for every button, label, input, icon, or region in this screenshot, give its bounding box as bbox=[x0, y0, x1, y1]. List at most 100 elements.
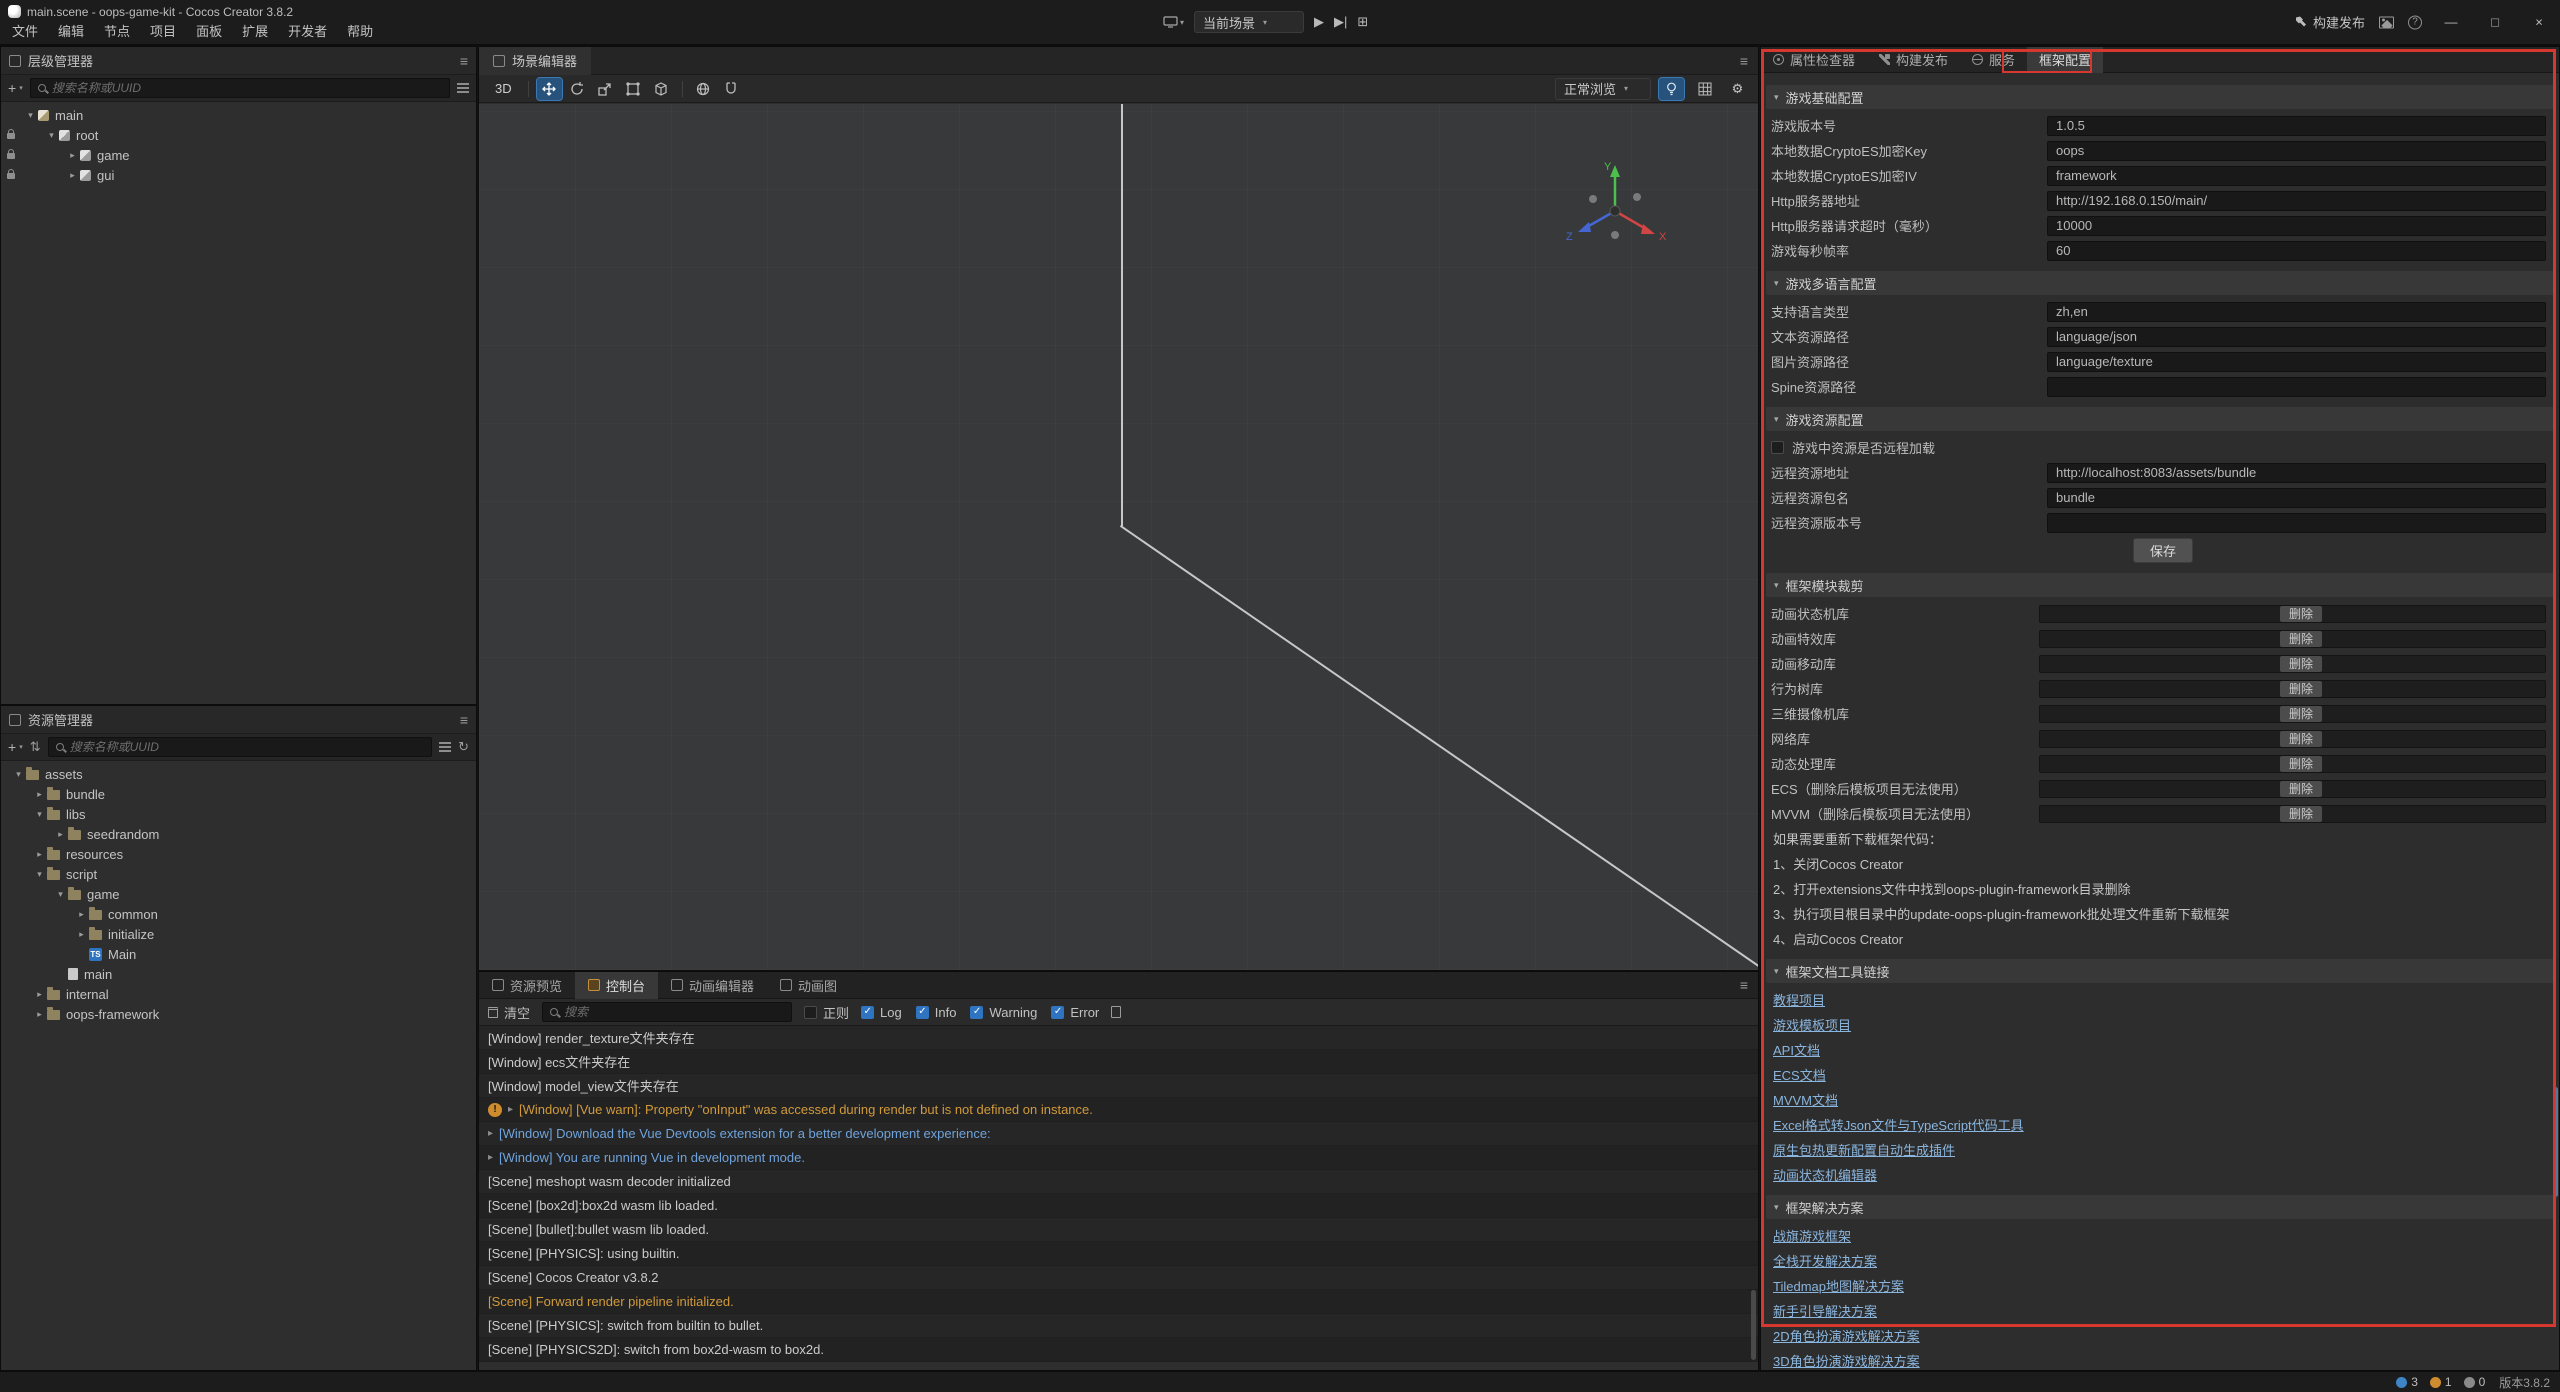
solution-link[interactable]: 3D角色扮演游戏解决方案 bbox=[1773, 1351, 1920, 1370]
expand-arrow[interactable]: ▸ bbox=[65, 150, 80, 161]
expand-arrow[interactable]: ▸ bbox=[488, 1128, 493, 1139]
solution-link[interactable]: 全栈开发解决方案 bbox=[1773, 1251, 1877, 1270]
expand-arrow[interactable]: ▾ bbox=[53, 889, 68, 900]
menu-item[interactable]: 项目 bbox=[140, 21, 186, 43]
save-button[interactable]: 保存 bbox=[2133, 538, 2193, 563]
solution-link[interactable]: 新手引导解决方案 bbox=[1773, 1301, 1877, 1320]
log-row[interactable]: !▸[Window] [Vue warn]: Property "onInput… bbox=[479, 1098, 1758, 1122]
rotate-tool[interactable] bbox=[565, 78, 590, 100]
tree-node[interactable]: ▸seedrandom bbox=[1, 824, 476, 844]
field-input[interactable] bbox=[2047, 241, 2546, 261]
console-tab-0[interactable]: 资源预览 bbox=[479, 972, 575, 999]
doc-link[interactable]: ECS文档 bbox=[1773, 1065, 1826, 1084]
console-search-input[interactable] bbox=[564, 1005, 784, 1019]
field-input[interactable] bbox=[2047, 488, 2546, 508]
delete-button[interactable]: 删除 bbox=[2280, 731, 2322, 747]
status-count-blue[interactable]: 3 bbox=[2396, 1375, 2418, 1389]
status-count-gray[interactable]: 0 bbox=[2464, 1375, 2486, 1389]
log-row[interactable]: [Scene] Cocos Creator v3.8.2 bbox=[479, 1266, 1758, 1290]
delete-button[interactable]: 删除 bbox=[2280, 631, 2322, 647]
doc-link[interactable]: 动画状态机编辑器 bbox=[1773, 1165, 1877, 1184]
doc-link[interactable]: 教程项目 bbox=[1773, 990, 1825, 1009]
field-input[interactable] bbox=[2047, 216, 2546, 236]
tree-node[interactable]: main bbox=[1, 964, 476, 984]
menu-item[interactable]: 面板 bbox=[186, 21, 232, 43]
checkbox[interactable] bbox=[1051, 1006, 1064, 1019]
refresh-assets-icon[interactable]: ↻ bbox=[458, 739, 469, 755]
log-row[interactable]: [Window] ecs文件夹存在 bbox=[479, 1050, 1758, 1074]
section-resource-config[interactable]: ▾ 游戏资源配置 bbox=[1766, 407, 2554, 431]
hierarchy-search-input[interactable] bbox=[52, 81, 442, 95]
log-row[interactable]: ▸[Window] Download the Vue Devtools exte… bbox=[479, 1122, 1758, 1146]
field-input[interactable] bbox=[2047, 116, 2546, 136]
scene-settings-gear-icon[interactable]: ⚙ bbox=[1725, 78, 1750, 100]
log-row[interactable]: [Scene] [PHYSICS]: switch from builtin t… bbox=[479, 1314, 1758, 1338]
scene-select[interactable]: 当前场景 ▾ bbox=[1194, 11, 1304, 33]
log-row[interactable]: [Window] model_view文件夹存在 bbox=[479, 1074, 1758, 1098]
doc-link[interactable]: API文档 bbox=[1773, 1040, 1820, 1059]
checkbox[interactable] bbox=[916, 1006, 929, 1019]
doc-link[interactable]: Excel格式转Json文件与TypeScript代码工具 bbox=[1773, 1115, 2024, 1134]
screenshot-icon[interactable] bbox=[2379, 16, 2394, 28]
assets-search-input[interactable] bbox=[70, 740, 424, 754]
solution-link[interactable]: 战旗游戏框架 bbox=[1773, 1226, 1851, 1245]
world-local-toggle[interactable] bbox=[691, 78, 716, 100]
regex-checkbox[interactable] bbox=[804, 1006, 817, 1019]
menu-item[interactable]: 编辑 bbox=[48, 21, 94, 43]
expand-arrow[interactable]: ▸ bbox=[32, 789, 47, 800]
tree-node[interactable]: ▸game bbox=[1, 145, 476, 165]
checkbox[interactable] bbox=[861, 1006, 874, 1019]
log-row[interactable]: [Scene] meshopt wasm decoder initialized bbox=[479, 1170, 1758, 1194]
view-mode-select[interactable]: 正常浏览 ▾ bbox=[1555, 78, 1651, 100]
hierarchy-panel-menu-icon[interactable]: ≡ bbox=[460, 53, 468, 69]
maximize-button[interactable]: □ bbox=[2480, 15, 2510, 30]
console-tab-2[interactable]: 动画编辑器 bbox=[658, 972, 767, 999]
delete-button[interactable]: 删除 bbox=[2280, 756, 2322, 772]
hierarchy-search-box[interactable] bbox=[30, 78, 450, 98]
delete-button[interactable]: 删除 bbox=[2280, 706, 2322, 722]
tree-node[interactable]: ▾main bbox=[1, 105, 476, 125]
tree-node[interactable]: TSMain bbox=[1, 944, 476, 964]
preview-device-icon[interactable]: ▾ bbox=[1163, 16, 1184, 28]
help-icon[interactable]: ? bbox=[2408, 15, 2422, 29]
field-input[interactable] bbox=[2047, 513, 2546, 533]
hierarchy-filter-icon[interactable] bbox=[457, 83, 469, 93]
lighting-toggle[interactable] bbox=[1659, 78, 1684, 100]
inspector-tab-2[interactable]: 服务 bbox=[1960, 47, 2027, 73]
tree-node[interactable]: ▸oops-framework bbox=[1, 1004, 476, 1024]
solution-link[interactable]: Tiledmap地图解决方案 bbox=[1773, 1276, 1904, 1295]
console-search-box[interactable] bbox=[542, 1002, 792, 1022]
log-row[interactable]: [Scene] [box2d]:box2d wasm lib loaded. bbox=[479, 1194, 1758, 1218]
delete-button[interactable]: 删除 bbox=[2280, 656, 2322, 672]
scene-editor-tab[interactable]: 场景编辑器 bbox=[479, 47, 591, 75]
log-row[interactable]: ▸[Window] You are running Vue in develop… bbox=[479, 1146, 1758, 1170]
tree-node[interactable]: ▾game bbox=[1, 884, 476, 904]
tree-node[interactable]: ▾libs bbox=[1, 804, 476, 824]
expand-arrow[interactable]: ▾ bbox=[23, 110, 38, 121]
field-input[interactable] bbox=[2047, 302, 2546, 322]
inspector-scrollbar[interactable] bbox=[2553, 1087, 2558, 1197]
log-row[interactable]: [Scene] [PHYSICS2D]: switch from box2d-w… bbox=[479, 1338, 1758, 1362]
rect-tool[interactable] bbox=[621, 78, 646, 100]
expand-arrow[interactable]: ▸ bbox=[32, 849, 47, 860]
doc-link[interactable]: 原生包热更新配置自动生成插件 bbox=[1773, 1140, 1955, 1159]
menu-item[interactable]: 扩展 bbox=[232, 21, 278, 43]
regex-toggle[interactable]: 正则 bbox=[804, 1003, 849, 1022]
section-language-config[interactable]: ▾ 游戏多语言配置 bbox=[1766, 271, 2554, 295]
console-tab-1[interactable]: 控制台 bbox=[575, 972, 658, 999]
scene-panel-menu-icon[interactable]: ≡ bbox=[1740, 53, 1748, 69]
log-row[interactable]: [Window] render_texture文件夹存在 bbox=[479, 1026, 1758, 1050]
console-scrollbar[interactable] bbox=[1751, 1290, 1756, 1360]
assets-panel-menu-icon[interactable]: ≡ bbox=[460, 712, 468, 728]
grid-toggle[interactable] bbox=[1692, 78, 1717, 100]
console-tab-3[interactable]: 动画图 bbox=[767, 972, 850, 999]
filter-warning[interactable]: Warning bbox=[970, 1005, 1037, 1020]
console-export-icon[interactable] bbox=[1111, 1006, 1121, 1018]
field-input[interactable] bbox=[2047, 166, 2546, 186]
filter-log[interactable]: Log bbox=[861, 1005, 902, 1020]
expand-arrow[interactable]: ▸ bbox=[32, 1009, 47, 1020]
projection-toggle[interactable]: 3D bbox=[487, 81, 520, 96]
menu-item[interactable]: 节点 bbox=[94, 21, 140, 43]
section-solutions[interactable]: ▾ 框架解决方案 bbox=[1766, 1195, 2554, 1219]
delete-button[interactable]: 删除 bbox=[2280, 606, 2322, 622]
